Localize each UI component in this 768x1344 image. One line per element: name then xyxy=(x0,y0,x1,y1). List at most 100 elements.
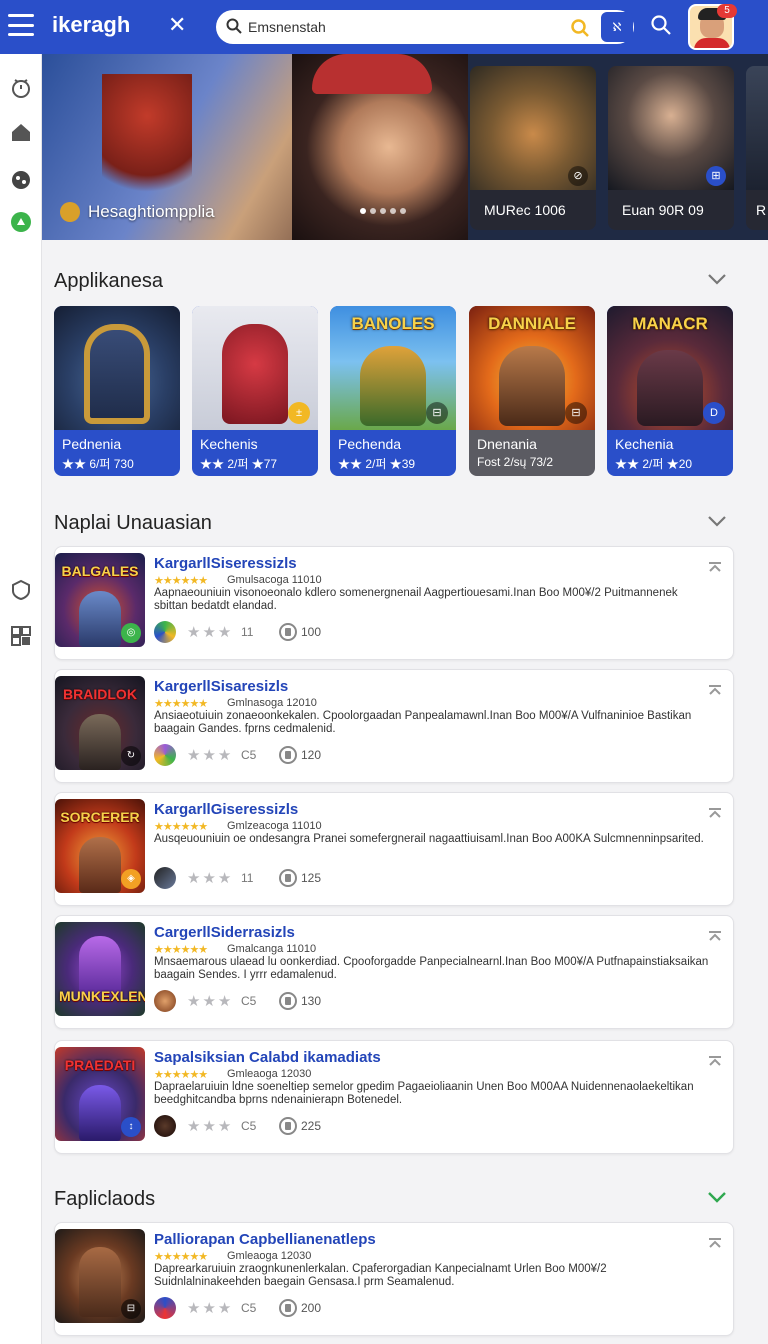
app-tile-name: Kechenis xyxy=(200,436,258,452)
download-icon[interactable] xyxy=(279,869,297,887)
list-item[interactable]: BALGALES ◎ KargarllSiseressizls ★★★★★★ G… xyxy=(54,546,734,660)
carousel-dots[interactable] xyxy=(360,208,410,214)
hero-card[interactable]: R xyxy=(746,66,768,230)
section-title-apps: Applikanesa xyxy=(54,270,163,292)
list-item[interactable]: ⊟ Palliorapan Capbellianenatleps ★★★★★★ … xyxy=(54,1222,734,1336)
rating-stars: ★★★ xyxy=(187,1118,234,1135)
search-submit-button[interactable]: ℵ xyxy=(601,12,633,42)
search-icon[interactable] xyxy=(650,14,672,36)
rating-count: C5 xyxy=(241,1301,257,1315)
list-item[interactable]: PRAEDATI ↕ Sapalsiksian Calabd ikamadiat… xyxy=(54,1040,734,1154)
list-item-chip: ↕ xyxy=(121,1117,141,1137)
list-item[interactable]: BRAIDLOK ↻ KargerllSisaresizls ★★★★★★ Gm… xyxy=(54,669,734,783)
rating-stars: ★★★ xyxy=(187,993,234,1010)
download-count: 100 xyxy=(301,625,322,639)
collapse-icon[interactable] xyxy=(707,1237,723,1249)
menu-icon[interactable] xyxy=(8,14,34,36)
list-item-title[interactable]: Sapalsiksian Calabd ikamadiats xyxy=(154,1049,381,1066)
list-item-title[interactable]: KargerllSisaresizls xyxy=(154,678,288,695)
hero-banner[interactable]: Hesaghtiompplia xyxy=(42,54,468,240)
app-tile-figure xyxy=(637,350,703,426)
collapse-icon[interactable] xyxy=(707,561,723,573)
list-item-chip: ◈ xyxy=(121,869,141,889)
download-icon[interactable] xyxy=(279,992,297,1010)
list-item-subtitle: Gmleaoga 12030 xyxy=(227,1250,312,1262)
bug-icon[interactable] xyxy=(9,168,33,192)
chevron-down-icon[interactable] xyxy=(706,272,728,286)
download-icon[interactable] xyxy=(279,623,297,641)
carousel-dot[interactable] xyxy=(380,208,386,214)
apps-grid-icon[interactable] xyxy=(9,624,33,648)
lens-icon[interactable] xyxy=(570,18,590,38)
list-item-logo: MUNKEXLEN xyxy=(59,988,145,1004)
developer-icon xyxy=(154,1297,176,1319)
shield-icon[interactable] xyxy=(9,578,33,602)
hero-hat-art xyxy=(312,54,432,94)
download-icon[interactable] xyxy=(279,1117,297,1135)
list-item-logo: BALGALES xyxy=(61,563,139,579)
carousel-dot[interactable] xyxy=(360,208,366,214)
rating-count: 11 xyxy=(241,625,254,639)
carousel-dot[interactable] xyxy=(390,208,396,214)
carousel-dot[interactable] xyxy=(400,208,406,214)
chevron-down-icon[interactable] xyxy=(706,514,728,528)
hero-caption: Hesaghtiompplia xyxy=(60,202,215,222)
search-input[interactable] xyxy=(248,17,568,37)
app-tile-logo: BANOLES xyxy=(351,314,435,333)
list-item-figure xyxy=(79,591,121,647)
hero-card[interactable]: ⊞ Euan 90R 09 xyxy=(608,66,734,230)
list-item-thumbnail: MUNKEXLEN xyxy=(55,922,145,1016)
list-item-chip: ⊟ xyxy=(121,1299,141,1319)
list-item-stars: ★★★★★★ xyxy=(154,1251,208,1263)
download-icon[interactable] xyxy=(279,746,297,764)
app-tile-figure xyxy=(222,324,288,424)
avatar-shirt xyxy=(694,38,730,48)
hero-card-chip: ⊞ xyxy=(706,166,726,186)
app-tile[interactable]: MANACR D Kechenia ★★ 2/퍼 ★20 xyxy=(607,306,733,476)
carousel-dot[interactable] xyxy=(370,208,376,214)
app-tile[interactable]: Pednenia ★★ 6/퍼 730 xyxy=(54,306,180,476)
timer-icon[interactable] xyxy=(9,76,33,100)
list-item-logo: BRAIDLOK xyxy=(63,686,137,702)
list-item-subtitle: Gmleaoga 12030 xyxy=(227,1068,312,1080)
list-item-title[interactable]: KargarllGiseressizls xyxy=(154,801,298,818)
close-icon[interactable]: ✕ xyxy=(168,12,186,38)
collapse-icon[interactable] xyxy=(707,807,723,819)
chevron-down-icon[interactable] xyxy=(706,1190,728,1204)
list-item-logo: SORCERER xyxy=(60,809,140,825)
list-item[interactable]: MUNKEXLEN CargerllSiderrasizls ★★★★★★ Gm… xyxy=(54,915,734,1029)
top-app-bar: ikeragh ✕ ℵ 5 xyxy=(0,0,768,54)
list-item-subtitle: Gmlnasoga 12010 xyxy=(227,697,317,709)
list-item-description: Aapnaeouniuin visonoeonalo kdlero somene… xyxy=(154,587,678,612)
app-tile[interactable]: ± Kechenis ★★ 2/퍼 ★77 xyxy=(192,306,318,476)
collapse-icon[interactable] xyxy=(707,1055,723,1067)
app-tile[interactable]: BANOLES ⊟ Pechenda ★★ 2/퍼 ★39 xyxy=(330,306,456,476)
rating-count: 11 xyxy=(241,871,254,885)
download-count: 130 xyxy=(301,994,322,1008)
list-item-title[interactable]: CargerllSiderrasizls xyxy=(154,924,295,941)
list-item-title[interactable]: KargarllSiseressizls xyxy=(154,555,297,572)
app-tile[interactable]: DANNIALE ⊟ Dnenania Fost 2/sų 73/2 xyxy=(469,306,595,476)
list-item-thumbnail: BALGALES ◎ xyxy=(55,553,145,647)
list-item[interactable]: SORCERER ◈ KargarllGiseressizls ★★★★★★ G… xyxy=(54,792,734,906)
collapse-icon[interactable] xyxy=(707,930,723,942)
hero-card-chip: ⊘ xyxy=(568,166,588,186)
app-tile-name: Kechenia xyxy=(615,436,674,452)
brand-title[interactable]: ikeragh xyxy=(52,12,130,38)
collapse-icon[interactable] xyxy=(707,684,723,696)
hero-card[interactable]: ⊘ MURec 1006 xyxy=(470,66,596,230)
hero-carousel[interactable]: Hesaghtiompplia ⊘ MURec 1006 ⊞ Euan 90R … xyxy=(42,54,768,240)
list-item-thumbnail: BRAIDLOK ↻ xyxy=(55,676,145,770)
download-icon[interactable] xyxy=(279,1299,297,1317)
list-item-figure xyxy=(79,1247,121,1317)
hero-caption-text: Hesaghtiompplia xyxy=(88,202,215,221)
list-item-subtitle: Gmalcanga 11010 xyxy=(227,943,317,955)
list-item-logo: PRAEDATI xyxy=(64,1057,136,1073)
app-tile-logo: DANNIALE xyxy=(488,314,576,333)
list-item-figure xyxy=(79,714,121,770)
list-item-thumbnail: PRAEDATI ↕ xyxy=(55,1047,145,1141)
list-item-title[interactable]: Palliorapan Capbellianenatleps xyxy=(154,1231,376,1248)
hero-card-label: Euan 90R 09 xyxy=(608,190,734,230)
android-icon[interactable] xyxy=(9,210,33,234)
home-icon[interactable] xyxy=(9,120,33,144)
